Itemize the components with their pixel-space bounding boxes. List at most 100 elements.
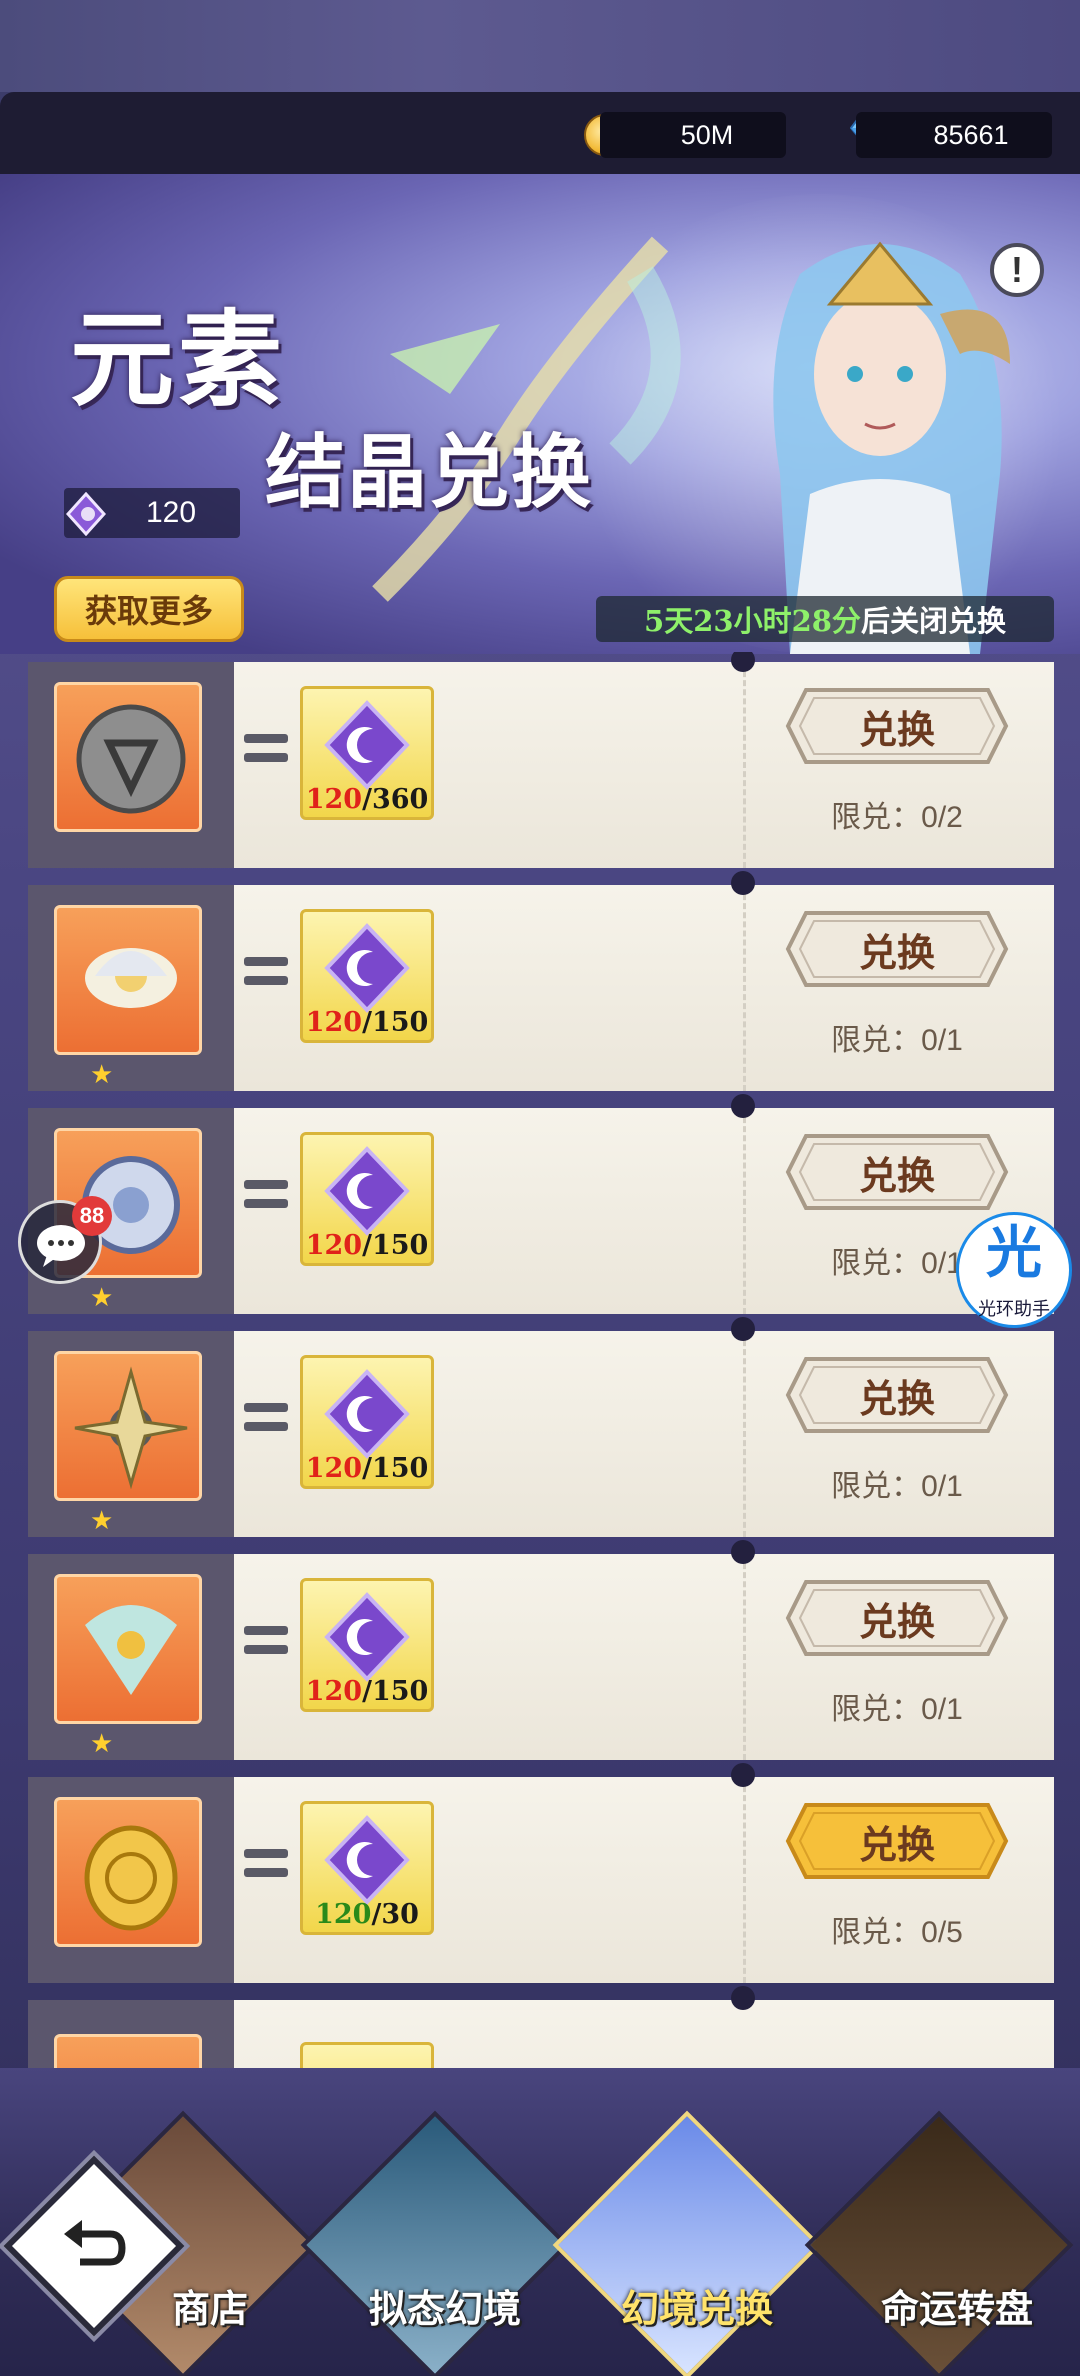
- exchange-button-label: 兑换: [858, 1821, 935, 1867]
- peacock-fan-icon: [85, 1605, 177, 1695]
- exchange-button-label: 兑换: [858, 1598, 935, 1644]
- gold-coin-icon: [84, 1825, 178, 1931]
- limit-label: 限兑：: [831, 1916, 922, 1949]
- star-rating: ★: [90, 1282, 114, 1312]
- top-background: [0, 0, 1080, 92]
- exchange-row: ★ 120/150 兑换限兑：0/1: [28, 871, 1054, 1091]
- info-button[interactable]: !: [990, 243, 1044, 297]
- exchange-row: 120/30 兑换限兑：0/5: [28, 1763, 1054, 1983]
- crystal-icon: [324, 1146, 410, 1236]
- limit-label: 限兑：: [831, 1247, 922, 1280]
- row-node: [731, 1094, 755, 1118]
- row-node: [731, 1540, 755, 1564]
- helper-label: 光环助手: [978, 1299, 1050, 1319]
- limit-value: 0/1: [921, 1470, 963, 1503]
- timer-time: 5天23小时28分: [644, 604, 861, 638]
- reward-item[interactable]: [54, 1797, 202, 1947]
- cost-item[interactable]: 120/150: [300, 1355, 434, 1489]
- crystal-icon: [324, 923, 410, 1013]
- exchange-row: ★ 120/150 兑换 限兑：0/1: [28, 1094, 1054, 1314]
- exchange-list[interactable]: 120/360 兑换 限兑：0/2 ★ 120/150 兑换 限兑：0/1 ★ 120/150 兑…: [24, 652, 1054, 2068]
- tab-mimic-realm[interactable]: 拟态幻境: [315, 2278, 575, 2333]
- cost-item[interactable]: 120/150: [300, 909, 434, 1043]
- crystal-icon: [324, 1592, 410, 1682]
- cost-have: 120: [315, 1899, 372, 1930]
- row-divider: [743, 1331, 746, 1537]
- cost-have: 120: [305, 1007, 363, 1038]
- exchange-button[interactable]: 兑换: [784, 1355, 1010, 1435]
- cost-item[interactable]: 120/150: [300, 1132, 434, 1266]
- cost-need: 150: [371, 1453, 429, 1484]
- exchange-button[interactable]: 兑换: [784, 909, 1010, 989]
- tab-realm-exchange[interactable]: 幻境兑换: [567, 2278, 827, 2333]
- exchange-button[interactable]: 兑换: [784, 1132, 1010, 1212]
- limit-label: 限兑：: [831, 1024, 922, 1057]
- equals-sign: [244, 1403, 288, 1437]
- cost-need: 150: [371, 1007, 429, 1038]
- row-divider: [743, 885, 746, 1091]
- diamond-amount: 85661: [856, 112, 1052, 158]
- reward-item[interactable]: [54, 905, 202, 1055]
- exchange-button[interactable]: 兑换: [784, 1801, 1010, 1881]
- limit-value: 0/5: [921, 1916, 963, 1949]
- rune-stone-icon: [76, 704, 186, 814]
- cost-have: 120: [305, 784, 363, 815]
- crystal-icon: [66, 492, 106, 536]
- tab-shop[interactable]: 商店: [120, 2278, 300, 2333]
- banner-title-sub: 结晶兑换: [265, 425, 593, 519]
- star-rating: ★: [90, 1059, 114, 1089]
- exchange-button-label: 兑换: [858, 1152, 935, 1198]
- limit-text: 限兑：0/1: [784, 1015, 1010, 1059]
- reward-item[interactable]: [54, 682, 202, 832]
- cost-text: 120/30: [315, 1899, 419, 1930]
- back-arrow-icon: [64, 2220, 126, 2266]
- limit-value: 0/1: [921, 1693, 963, 1726]
- limit-label: 限兑：: [831, 801, 922, 834]
- reward-item[interactable]: [54, 2034, 202, 2068]
- crystal-icon: [324, 700, 410, 790]
- limit-label: 限兑：: [831, 1470, 922, 1503]
- crystal-icon: [324, 1815, 410, 1905]
- chat-badge: 88: [72, 1196, 112, 1236]
- cost-item[interactable]: [300, 2042, 434, 2068]
- equals-sign: [244, 734, 288, 768]
- cost-need: 360: [371, 784, 429, 815]
- timer-suffix: 后关闭兑换: [860, 604, 1006, 638]
- cost-item[interactable]: 120/360: [300, 686, 434, 820]
- limit-text: 限兑：0/2: [784, 792, 1010, 836]
- exchange-button[interactable]: 兑换: [784, 1578, 1010, 1658]
- equals-sign: [244, 1626, 288, 1660]
- helper-button[interactable]: 光 光环助手: [956, 1212, 1072, 1328]
- star-rating: ★: [90, 1505, 114, 1535]
- reward-item[interactable]: [54, 1574, 202, 1724]
- limit-text: 限兑：0/5: [784, 1907, 1010, 1951]
- row-divider: [743, 662, 746, 868]
- cost-item[interactable]: 120/30: [300, 1801, 434, 1935]
- reward-item[interactable]: [54, 1351, 202, 1501]
- tab-fate-wheel[interactable]: 命运转盘: [842, 2278, 1072, 2333]
- cost-text: 120/150: [305, 1230, 429, 1261]
- row-divider: [743, 1777, 746, 1983]
- exchange-row: 120/360 兑换限兑：0/2: [28, 652, 1054, 868]
- cost-need: 150: [371, 1230, 429, 1261]
- cost-text: 120/360: [305, 784, 429, 815]
- cost-text: 120/150: [305, 1453, 429, 1484]
- get-more-button[interactable]: 获取更多: [54, 576, 244, 642]
- cost-item[interactable]: 120/150: [300, 1578, 434, 1712]
- star-rating: ★: [90, 1728, 114, 1758]
- exchange-button[interactable]: 兑换: [784, 686, 1010, 766]
- lotus-ornament-icon: [85, 948, 177, 1008]
- exchange-row-partial: [28, 1986, 1054, 2068]
- close-timer: 5天23小时28分 后关闭兑换: [596, 596, 1054, 642]
- banner-title-main: 元素: [70, 298, 287, 421]
- equals-sign: [244, 1180, 288, 1214]
- row-node: [731, 871, 755, 895]
- row-divider: [743, 1554, 746, 1760]
- gold-amount: 50M: [600, 112, 786, 158]
- cost-text: 120/150: [305, 1007, 429, 1038]
- exchange-row: ★ 120/150 兑换限兑：0/1: [28, 1317, 1054, 1537]
- exchange-row: ★ 120/150 兑换 限兑：0/1: [28, 1540, 1054, 1760]
- equals-sign: [244, 957, 288, 991]
- row-divider: [743, 1108, 746, 1314]
- exchange-button-label: 兑换: [858, 1375, 935, 1421]
